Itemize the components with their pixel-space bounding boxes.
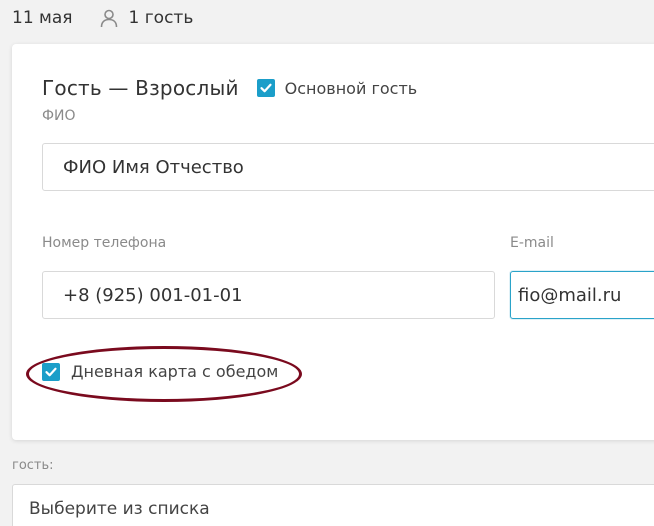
email-input-value: fio@mail.ru <box>518 284 622 306</box>
guest-title: Гость — Взрослый <box>42 76 239 100</box>
top-bar: 11 мая 1 гость <box>12 6 193 30</box>
email-input[interactable]: fio@mail.ru <box>510 271 654 319</box>
guest-title-row: Гость — Взрослый Основной гость <box>42 76 417 100</box>
main-guest-checkbox[interactable] <box>256 79 275 97</box>
phone-input[interactable]: +8 (925) 001-01-01 <box>42 271 495 319</box>
day-card-label: Дневная карта с обедом <box>71 362 279 381</box>
fio-input-value: ФИО Имя Отчество <box>63 156 244 178</box>
main-guest-label: Основной гость <box>284 78 418 98</box>
checkmark-icon <box>260 83 272 93</box>
fio-input[interactable]: ФИО Имя Отчество <box>42 143 654 191</box>
fio-label: ФИО <box>42 108 76 124</box>
booking-date: 11 мая <box>12 8 73 28</box>
next-guest-label: гость: <box>12 458 54 473</box>
phone-input-value: +8 (925) 001-01-01 <box>63 284 243 306</box>
day-card-option[interactable]: Дневная карта с обедом <box>42 362 278 381</box>
guest-select-placeholder: Выберите из списка <box>29 499 210 519</box>
guest-select[interactable]: Выберите из списка <box>12 484 654 526</box>
person-icon <box>99 8 119 28</box>
booking-page: 11 мая 1 гость Гость — Взрослый Основной… <box>0 0 654 526</box>
guest-card: Гость — Взрослый Основной гость ФИО ФИО … <box>12 44 654 440</box>
day-card-checkbox[interactable] <box>42 362 60 381</box>
checkmark-icon <box>45 367 57 376</box>
email-label: E-mail <box>510 235 554 251</box>
phone-label: Номер телефона <box>42 235 167 251</box>
guests-count[interactable]: 1 гость <box>129 8 194 28</box>
